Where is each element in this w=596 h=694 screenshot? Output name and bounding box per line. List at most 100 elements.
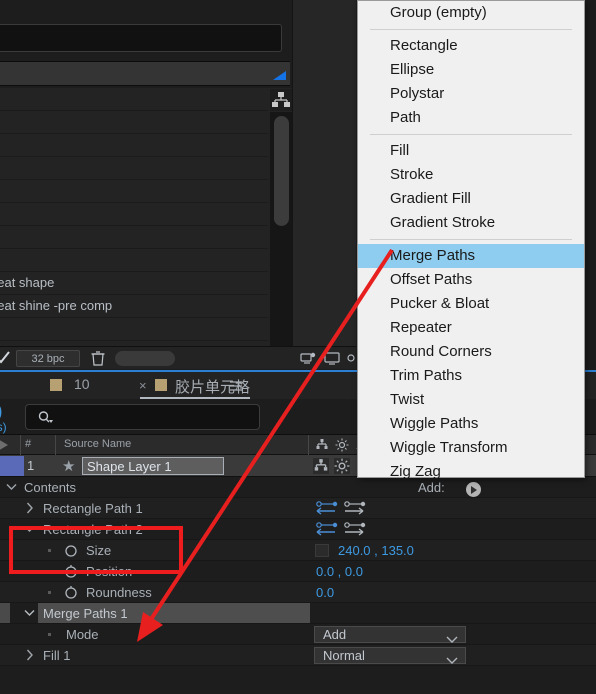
- menu-item-round-corners[interactable]: Round Corners: [358, 340, 584, 364]
- list-item[interactable]: [0, 88, 268, 111]
- menu-item-trim-paths[interactable]: Trim Paths: [358, 364, 584, 388]
- stopwatch-icon[interactable]: [64, 564, 78, 579]
- menu-item-stroke[interactable]: Stroke: [358, 163, 584, 187]
- search-icon[interactable]: [38, 411, 54, 425]
- project-scrollbar-thumb[interactable]: [274, 116, 289, 226]
- property-row-mode[interactable]: Mode Add: [0, 624, 596, 645]
- keyframe-next-icon[interactable]: [342, 500, 368, 516]
- menu-separator: [370, 134, 572, 135]
- panel-menu-icon[interactable]: [229, 379, 243, 391]
- bit-depth-button[interactable]: 32 bpc: [16, 350, 80, 367]
- property-value[interactable]: 240.0 , 135.0: [338, 543, 414, 558]
- property-row-roundness[interactable]: Roundness 0.0: [0, 582, 596, 603]
- list-item[interactable]: [0, 111, 268, 134]
- menu-item-offset-paths[interactable]: Offset Paths: [358, 268, 584, 292]
- menu-item-polystar[interactable]: Polystar: [358, 82, 584, 106]
- project-item-list[interactable]: beat shape beat shine -pre comp: [0, 88, 292, 346]
- property-label: Rectangle Path 1: [43, 501, 143, 516]
- list-item[interactable]: [0, 318, 268, 341]
- list-item-label: beat shine -pre comp: [0, 298, 113, 313]
- trash-icon[interactable]: [90, 350, 106, 367]
- constrain-proportions-icon[interactable]: [315, 544, 329, 557]
- property-bullet: [48, 591, 51, 594]
- property-row-merge-paths-1[interactable]: Merge Paths 1: [0, 603, 596, 624]
- list-item[interactable]: [0, 226, 268, 249]
- keyframe-prev-icon[interactable]: [314, 521, 340, 537]
- menu-item-path[interactable]: Path: [358, 106, 584, 130]
- menu-item-group-empty[interactable]: Group (empty): [358, 1, 584, 25]
- column-header-index[interactable]: #: [25, 438, 31, 450]
- menu-separator: [370, 29, 572, 30]
- project-search-input[interactable]: [0, 24, 282, 52]
- list-item-beat-shape[interactable]: beat shape: [0, 272, 268, 295]
- parent-link-icon[interactable]: [315, 438, 329, 452]
- stopwatch-icon[interactable]: [64, 585, 78, 600]
- quality-sun-icon[interactable]: [334, 458, 350, 474]
- tree-icon[interactable]: [270, 89, 292, 111]
- twirl-down-icon[interactable]: [6, 480, 17, 494]
- twirl-down-icon[interactable]: [24, 522, 35, 536]
- preview-monitor-icon[interactable]: [300, 351, 316, 366]
- quality-sun-icon[interactable]: [335, 438, 349, 452]
- property-label: Contents: [24, 480, 77, 495]
- property-bullet: [48, 549, 51, 552]
- list-item[interactable]: [0, 203, 268, 226]
- fill-blend-mode-dropdown[interactable]: Normal: [314, 647, 466, 664]
- project-footer-pill[interactable]: [115, 351, 175, 366]
- checkmark-icon[interactable]: [0, 351, 10, 365]
- property-value[interactable]: 0.0: [316, 585, 334, 600]
- menu-item-pucker-and-bloat[interactable]: Pucker & Bloat: [358, 292, 584, 316]
- project-column-header[interactable]: [0, 61, 290, 86]
- menu-item-rectangle[interactable]: Rectangle: [358, 34, 584, 58]
- display-monitor-icon[interactable]: [324, 351, 340, 366]
- list-item-beat-shine-pre-comp[interactable]: beat shine -pre comp: [0, 295, 268, 318]
- layer-color-swatch[interactable]: [0, 456, 24, 476]
- list-item[interactable]: [0, 180, 268, 203]
- property-label: Rectangle Path 2: [43, 522, 143, 537]
- property-row-fill-1[interactable]: Fill 1 Normal: [0, 645, 596, 666]
- property-row-position[interactable]: Position 0.0 , 0.0: [0, 561, 596, 582]
- menu-item-gradient-stroke[interactable]: Gradient Stroke: [358, 211, 584, 235]
- menu-item-repeater[interactable]: Repeater: [358, 316, 584, 340]
- star-icon[interactable]: ★: [62, 457, 75, 475]
- list-item[interactable]: [0, 134, 268, 157]
- menu-item-zig-zag[interactable]: Zig Zag: [358, 460, 584, 484]
- expand-arrow-icon[interactable]: [0, 439, 8, 451]
- stopwatch-icon[interactable]: [64, 543, 78, 558]
- property-row-rectangle-path-2[interactable]: Rectangle Path 2: [0, 519, 596, 540]
- menu-item-ellipse[interactable]: Ellipse: [358, 58, 584, 82]
- column-header-source-name[interactable]: Source Name: [64, 438, 131, 450]
- parent-link-icon[interactable]: [313, 458, 329, 474]
- menu-item-twist[interactable]: Twist: [358, 388, 584, 412]
- twirl-right-icon[interactable]: [24, 501, 35, 515]
- list-item-label: beat shape: [0, 275, 55, 290]
- property-row-size[interactable]: Size 240.0 , 135.0: [0, 540, 596, 561]
- list-item[interactable]: [0, 157, 268, 180]
- property-row-rectangle-path-1[interactable]: Rectangle Path 1: [0, 498, 596, 519]
- menu-item-wiggle-transform[interactable]: Wiggle Transform: [358, 436, 584, 460]
- property-label: Merge Paths 1: [43, 606, 128, 621]
- menu-item-fill[interactable]: Fill: [358, 139, 584, 163]
- composition-toolbar: [292, 346, 356, 369]
- layer-name-field[interactable]: Shape Layer 1: [82, 457, 224, 475]
- tab-close-icon[interactable]: ×: [139, 378, 147, 393]
- menu-item-merge-paths[interactable]: Merge Paths: [358, 244, 584, 268]
- keyframe-next-icon[interactable]: [342, 521, 368, 537]
- property-label: Size: [86, 543, 112, 558]
- tab-color-swatch: [155, 379, 167, 391]
- menu-item-gradient-fill[interactable]: Gradient Fill: [358, 187, 584, 211]
- property-value[interactable]: 0.0 , 0.0: [316, 564, 363, 579]
- tab-10[interactable]: 10: [50, 372, 130, 399]
- property-label: Mode: [66, 627, 99, 642]
- keyframe-prev-icon[interactable]: [314, 500, 340, 516]
- merge-mode-dropdown[interactable]: Add: [314, 626, 466, 643]
- add-shape-context-menu[interactable]: Group (empty) Rectangle Ellipse Polystar…: [357, 0, 585, 480]
- timeline-search-input[interactable]: [25, 404, 260, 430]
- list-item[interactable]: [0, 249, 268, 272]
- twirl-right-icon[interactable]: [24, 648, 35, 662]
- sort-triangle-icon[interactable]: [273, 71, 286, 80]
- menu-item-wiggle-paths[interactable]: Wiggle Paths: [358, 412, 584, 436]
- frame-rate-label: ps): [0, 420, 7, 434]
- twirl-down-icon[interactable]: [24, 606, 35, 620]
- add-shape-button[interactable]: [466, 482, 481, 497]
